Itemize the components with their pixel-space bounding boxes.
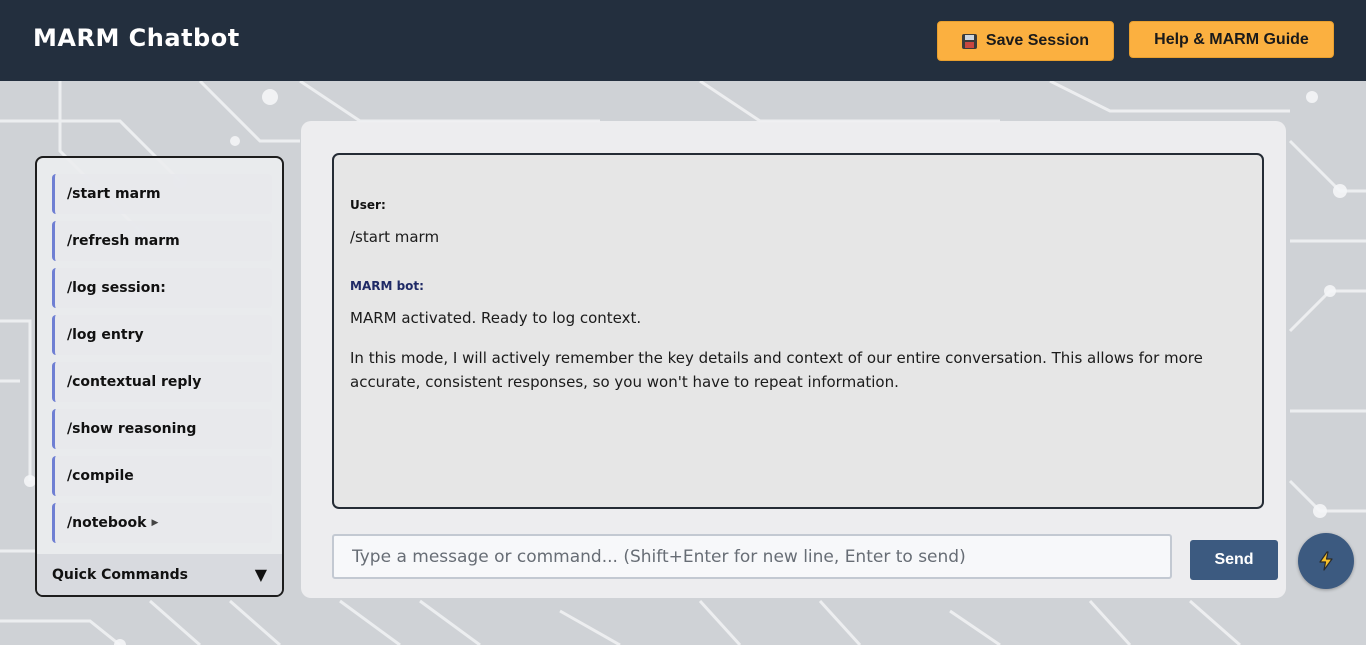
- message-input[interactable]: [332, 534, 1172, 579]
- help-guide-button[interactable]: Help & MARM Guide: [1129, 21, 1334, 58]
- command-label: /contextual reply: [67, 374, 202, 390]
- message-text-bot: MARM activated. Ready to log context.: [350, 309, 642, 327]
- command-notebook[interactable]: /notebook ▶: [52, 503, 272, 543]
- app-title: MARM Chatbot: [33, 24, 240, 52]
- help-guide-label: Help & MARM Guide: [1154, 30, 1309, 48]
- chat-history: User: /start marm MARM bot: MARM activat…: [332, 153, 1264, 509]
- save-session-label: Save Session: [985, 32, 1090, 49]
- command-log-session[interactable]: /log session:: [52, 268, 272, 308]
- command-label: /start marm: [67, 186, 161, 202]
- command-label: /refresh marm: [67, 233, 180, 249]
- command-log-entry[interactable]: /log entry: [52, 315, 272, 355]
- command-refresh-marm[interactable]: /refresh marm: [52, 221, 272, 261]
- lightning-icon: [1319, 551, 1333, 571]
- command-show-reasoning[interactable]: /show reasoning: [52, 409, 272, 449]
- quick-action-button[interactable]: [1298, 533, 1354, 589]
- message-sender-bot: MARM bot:: [350, 279, 424, 293]
- quick-commands-label: Quick Commands: [52, 566, 188, 583]
- command-contextual-reply[interactable]: /contextual reply: [52, 362, 272, 402]
- expand-right-icon: ▶: [151, 518, 159, 528]
- command-list: /start marm /refresh marm /log session: …: [52, 174, 272, 550]
- message-text-bot: In this mode, I will actively remember t…: [350, 349, 1203, 391]
- chevron-down-icon: ▼: [254, 565, 267, 584]
- top-bar: MARM Chatbot Save Session Help & MARM Gu…: [0, 0, 1366, 81]
- command-sidebar: /start marm /refresh marm /log session: …: [35, 156, 284, 597]
- floppy-disk-icon: [961, 33, 977, 49]
- send-button[interactable]: Send: [1190, 540, 1278, 580]
- command-label: /log entry: [67, 327, 144, 343]
- command-label: /notebook: [67, 515, 147, 531]
- command-label: /show reasoning: [67, 421, 197, 437]
- command-label: /compile: [67, 468, 134, 484]
- message-text-user: /start marm: [350, 228, 440, 246]
- message-sender-user: User:: [350, 198, 386, 212]
- command-compile[interactable]: /compile: [52, 456, 272, 496]
- command-label: /log session:: [67, 280, 166, 296]
- quick-commands-toggle[interactable]: Quick Commands ▼: [37, 554, 282, 595]
- command-start-marm[interactable]: /start marm: [52, 174, 272, 214]
- save-session-button[interactable]: Save Session: [937, 21, 1114, 61]
